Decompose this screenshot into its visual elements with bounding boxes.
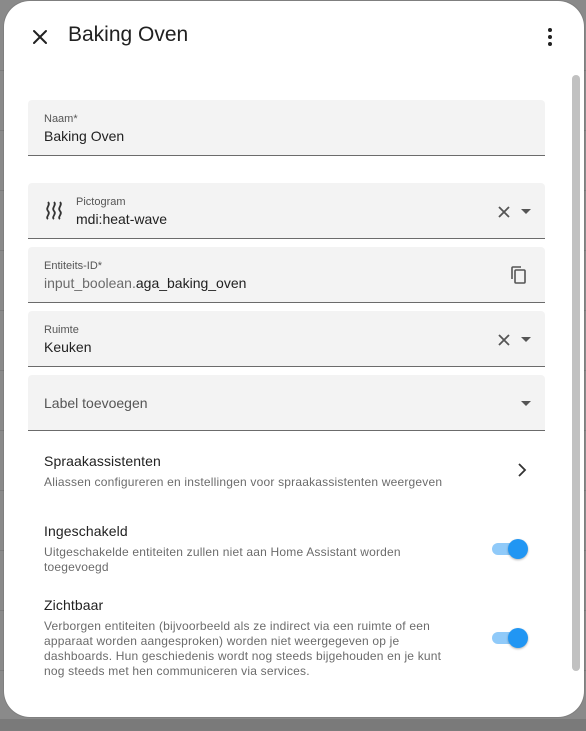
toggle-thumb (508, 539, 528, 559)
voice-assistants-description: Aliassen configureren en instellingen vo… (44, 475, 443, 489)
labels-field[interactable]: Label toevoegen (28, 375, 545, 431)
close-button[interactable] (24, 21, 56, 53)
enabled-title: Ingeschakeld (44, 523, 128, 539)
name-field-value: Baking Oven (44, 128, 125, 144)
enabled-row: Ingeschakeld Uitgeschakelde entiteiten z… (44, 523, 444, 575)
dropdown-arrow-icon[interactable] (521, 209, 531, 214)
visible-toggle[interactable] (492, 627, 528, 648)
close-icon (33, 30, 47, 44)
more-vertical-icon (548, 28, 552, 46)
dialog-scrollbar[interactable] (572, 75, 580, 671)
voice-assistants-row[interactable]: Spraakassistenten Aliassen configureren … (44, 453, 544, 490)
entity-id-suffix: aga_baking_oven (135, 275, 247, 291)
enabled-toggle[interactable] (492, 538, 528, 559)
voice-assistants-title: Spraakassistenten (44, 453, 161, 469)
toggle-thumb (508, 628, 528, 648)
clear-icon[interactable] (497, 333, 511, 347)
enabled-description: Uitgeschakelde entiteiten zullen niet aa… (44, 545, 401, 574)
entity-id-field[interactable]: Entiteits-ID* input_boolean.aga_baking_o… (28, 247, 545, 303)
labels-field-placeholder: Label toevoegen (44, 395, 148, 411)
clear-icon[interactable] (497, 205, 511, 219)
more-options-button[interactable] (538, 23, 562, 51)
visible-description: Verborgen entiteiten (bijvoorbeeld als z… (44, 619, 442, 678)
name-field-label: Naam* (44, 113, 78, 125)
chevron-right-icon[interactable] (516, 463, 528, 477)
entity-id-value: input_boolean.aga_baking_oven (44, 275, 246, 291)
area-field-value: Keuken (44, 339, 92, 355)
entity-settings-dialog: Baking Oven Naam* Baking Oven Pictogram … (4, 1, 584, 717)
dropdown-arrow-icon[interactable] (521, 337, 531, 342)
area-field-label: Ruimte (44, 324, 79, 336)
entity-id-prefix: input_boolean. (44, 275, 136, 291)
visible-row: Zichtbaar Verborgen entiteiten (bijvoorb… (44, 597, 464, 679)
icon-picker-field[interactable]: Pictogram mdi:heat-wave (28, 183, 545, 239)
area-field[interactable]: Ruimte Keuken (28, 311, 545, 367)
visible-title: Zichtbaar (44, 597, 104, 613)
icon-picker-value: mdi:heat-wave (76, 211, 168, 227)
heat-wave-icon (46, 201, 62, 220)
dialog-header: Baking Oven (4, 1, 584, 71)
icon-picker-label: Pictogram (76, 196, 126, 208)
entity-id-label: Entiteits-ID* (44, 260, 103, 272)
name-field[interactable]: Naam* Baking Oven (28, 100, 545, 156)
dialog-title: Baking Oven (68, 23, 189, 46)
copy-icon[interactable] (509, 265, 529, 285)
dropdown-arrow-icon[interactable] (521, 401, 531, 406)
